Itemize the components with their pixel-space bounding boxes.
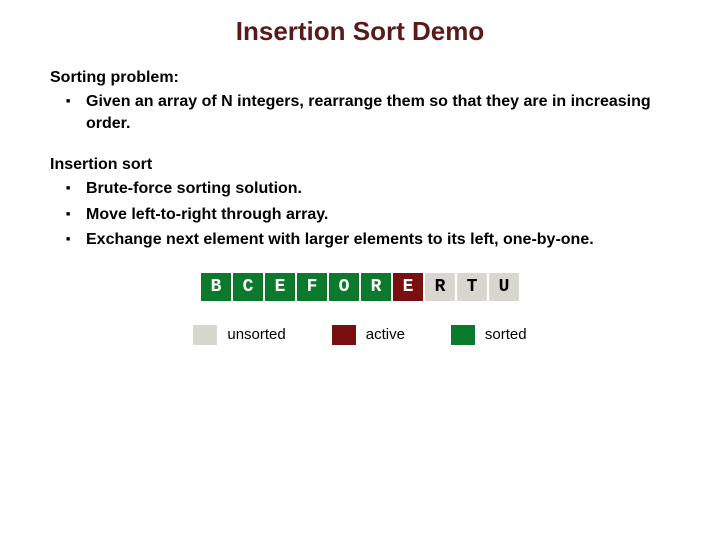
array-cell: B [201, 273, 231, 301]
section-heading: Insertion sort [50, 156, 670, 174]
legend-label-sorted: sorted [485, 326, 527, 343]
section-heading: Sorting problem: [50, 69, 670, 87]
array-cell: T [457, 273, 487, 301]
page-title: Insertion Sort Demo [50, 16, 670, 47]
array-cell: R [425, 273, 455, 301]
section-insertion-sort: Insertion sort Brute-force sorting solut… [50, 156, 670, 251]
list-item: Brute-force sorting solution. [86, 178, 670, 200]
legend-swatch-unsorted [193, 325, 217, 345]
legend: unsorted active sorted [193, 325, 526, 345]
array-visualization: B C E F O R E R T U unsorted active sort… [50, 273, 670, 350]
array-cell: O [329, 273, 359, 301]
array-cell: E [393, 273, 423, 301]
array-cell: U [489, 273, 519, 301]
array-cell: R [361, 273, 391, 301]
cells-row: B C E F O R E R T U [201, 273, 519, 301]
array-cell: E [265, 273, 295, 301]
legend-swatch-active [332, 325, 356, 345]
array-cell: F [297, 273, 327, 301]
legend-swatch-sorted [451, 325, 475, 345]
list-item: Exchange next element with larger elemen… [86, 229, 670, 251]
list-item: Move left-to-right through array. [86, 204, 670, 226]
legend-label-unsorted: unsorted [227, 326, 285, 343]
section-sorting-problem: Sorting problem: Given an array of N int… [50, 69, 670, 134]
slide: Insertion Sort Demo Sorting problem: Giv… [0, 0, 720, 350]
legend-label-active: active [366, 326, 405, 343]
bullet-list: Given an array of N integers, rearrange … [50, 91, 670, 134]
array-cell: C [233, 273, 263, 301]
list-item: Given an array of N integers, rearrange … [86, 91, 670, 134]
bullet-list: Brute-force sorting solution. Move left-… [50, 178, 670, 251]
